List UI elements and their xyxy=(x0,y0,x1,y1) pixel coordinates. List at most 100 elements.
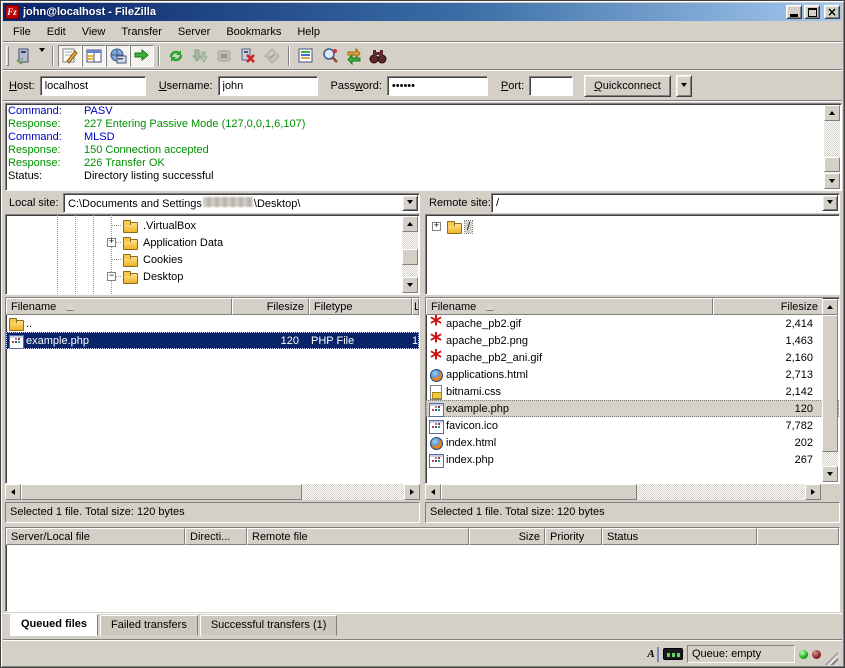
remote-list-scrollbar[interactable] xyxy=(822,299,838,482)
file-row[interactable]: apache_pb2_ani.gif 2,160 xyxy=(426,349,839,366)
tree-item[interactable]: Cookies xyxy=(6,251,419,268)
local-site-combobox[interactable]: C:\Documents and Settings\Desktop\ xyxy=(63,193,420,213)
tab-successful-transfers[interactable]: Successful transfers (1) xyxy=(200,615,338,636)
resize-grip[interactable] xyxy=(825,652,838,665)
cancel-button[interactable] xyxy=(212,45,236,67)
scroll-right-button[interactable] xyxy=(805,484,821,500)
refresh-button[interactable] xyxy=(164,45,188,67)
file-row-selected[interactable]: example.php 120 PHP File 1 xyxy=(6,332,419,349)
scrollbar-thumb[interactable] xyxy=(824,157,840,172)
site-manager-button[interactable] xyxy=(12,45,36,67)
toggle-transfer-queue-button[interactable] xyxy=(130,45,154,67)
menu-view[interactable]: View xyxy=(74,24,114,40)
maximize-button[interactable] xyxy=(804,5,820,19)
directory-comparison-button[interactable] xyxy=(318,45,342,67)
column-header-filesize[interactable]: Filesize xyxy=(232,298,309,315)
scroll-down-button[interactable] xyxy=(824,173,840,189)
scrollbar-thumb[interactable] xyxy=(822,315,838,452)
find-files-button[interactable] xyxy=(366,45,390,67)
toggle-remote-treeview-button[interactable] xyxy=(106,45,130,67)
host-input[interactable] xyxy=(40,76,146,96)
file-row[interactable]: apache_pb2.png 1,463 xyxy=(426,332,839,349)
scroll-left-button[interactable] xyxy=(425,484,441,500)
site-manager-dropdown-button[interactable] xyxy=(36,45,48,67)
reconnect-button[interactable] xyxy=(260,45,284,67)
directory-listing-filters-button[interactable] xyxy=(294,45,318,67)
toggle-local-treeview-button[interactable] xyxy=(82,45,106,67)
quickconnect-dropdown-button[interactable] xyxy=(676,75,692,97)
scroll-up-button[interactable] xyxy=(402,216,418,232)
file-row[interactable]: applications.html 2,713 xyxy=(426,366,839,383)
menu-help[interactable]: Help xyxy=(289,24,328,40)
file-row[interactable]: favicon.ico 7,782 xyxy=(426,417,839,434)
menu-bookmarks[interactable]: Bookmarks xyxy=(218,24,289,40)
toggle-message-log-button[interactable] xyxy=(58,45,82,67)
dropdown-arrow-icon xyxy=(827,200,833,207)
synchronized-browsing-button[interactable] xyxy=(342,45,366,67)
scrollbar-thumb[interactable] xyxy=(402,249,418,265)
transfer-type-indicator-icon[interactable]: A xyxy=(645,647,659,662)
menu-transfer[interactable]: Transfer xyxy=(113,24,170,40)
quickconnect-button[interactable]: Quickconnect xyxy=(584,75,671,97)
scroll-left-button[interactable] xyxy=(5,484,21,500)
file-row[interactable]: index.html 202 xyxy=(426,434,839,451)
column-header-filename[interactable]: Filename xyxy=(426,298,713,315)
file-row[interactable]: index.php 267 xyxy=(426,451,839,468)
log-scrollbar[interactable] xyxy=(824,105,840,189)
scroll-right-button[interactable] xyxy=(404,484,420,500)
menu-server[interactable]: Server xyxy=(170,24,218,40)
file-row[interactable]: bitnami.css 2,142 xyxy=(426,383,839,400)
file-row-parent-dir[interactable]: .. xyxy=(6,315,419,332)
scroll-down-button[interactable] xyxy=(822,466,838,482)
process-queue-button[interactable] xyxy=(188,45,212,67)
port-input[interactable] xyxy=(529,76,573,96)
password-input[interactable] xyxy=(387,76,488,96)
username-input[interactable] xyxy=(218,76,318,96)
column-header-size[interactable]: Size xyxy=(469,528,545,545)
column-header-remote-file[interactable]: Remote file xyxy=(247,528,469,545)
scroll-up-button[interactable] xyxy=(824,105,840,121)
speed-limit-indicator-icon[interactable] xyxy=(663,648,683,660)
column-header-filename[interactable]: Filename xyxy=(6,298,232,315)
local-tree-scrollbar[interactable] xyxy=(402,216,418,293)
menu-file[interactable]: File xyxy=(5,24,39,40)
tree-item-root[interactable]: / xyxy=(426,218,839,235)
tree-expander[interactable] xyxy=(107,238,116,247)
tab-queued-files[interactable]: Queued files xyxy=(10,614,98,636)
column-header-filetype[interactable]: Filetype xyxy=(309,298,412,315)
tree-item-label[interactable]: Cookies xyxy=(141,254,185,266)
scroll-down-button[interactable] xyxy=(402,277,418,293)
file-row-selected[interactable]: example.php 120 xyxy=(426,400,839,417)
column-header-direction[interactable]: Directi... xyxy=(185,528,247,545)
scroll-up-button[interactable] xyxy=(822,299,838,315)
tree-item-label[interactable]: Desktop xyxy=(141,271,185,283)
local-hscrollbar[interactable] xyxy=(5,484,420,500)
column-header-status[interactable]: Status xyxy=(602,528,757,545)
tree-expander[interactable] xyxy=(107,272,116,281)
scrollbar-thumb[interactable] xyxy=(21,484,302,500)
tree-item-label[interactable]: .VirtualBox xyxy=(141,220,198,232)
toolbar-grip[interactable] xyxy=(6,46,9,66)
tree-item-label[interactable]: / xyxy=(465,221,472,233)
remote-site-combobox[interactable]: / xyxy=(491,193,840,213)
column-header-lastmodified[interactable]: L xyxy=(412,298,419,315)
local-site-dropdown-button[interactable] xyxy=(402,195,418,211)
disconnect-button[interactable] xyxy=(236,45,260,67)
remote-hscrollbar[interactable] xyxy=(425,484,821,500)
tab-failed-transfers[interactable]: Failed transfers xyxy=(100,615,198,636)
close-button[interactable]: × xyxy=(824,5,840,19)
tree-item[interactable]: .VirtualBox xyxy=(6,217,419,234)
column-header-server-local-file[interactable]: Server/Local file xyxy=(6,528,185,545)
minimize-button[interactable] xyxy=(786,5,802,19)
tree-item-label[interactable]: Application Data xyxy=(141,237,225,249)
column-header-filesize[interactable]: Filesize xyxy=(713,298,823,315)
menu-edit[interactable]: Edit xyxy=(39,24,74,40)
folder-icon xyxy=(8,316,24,331)
remote-site-dropdown-button[interactable] xyxy=(822,195,838,211)
tree-expander[interactable] xyxy=(432,222,441,231)
tree-item[interactable]: Application Data xyxy=(6,234,419,251)
column-header-priority[interactable]: Priority xyxy=(545,528,602,545)
scrollbar-thumb[interactable] xyxy=(441,484,637,500)
tree-item[interactable]: Desktop xyxy=(6,268,419,285)
file-row[interactable]: apache_pb2.gif 2,414 xyxy=(426,315,839,332)
